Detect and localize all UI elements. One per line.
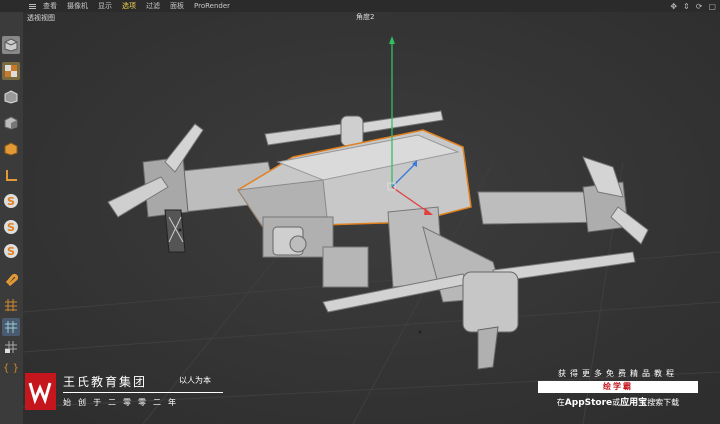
watermark-logo: 王氏教育集团 以人为本 始创于二零零二年 bbox=[25, 369, 225, 414]
cube-outline-icon[interactable] bbox=[2, 88, 20, 106]
menu-camera[interactable]: 摄像机 bbox=[62, 0, 93, 12]
menu-panel[interactable]: 面板 bbox=[165, 0, 189, 12]
menubar: 查看 摄像机 显示 选项 过滤 面板 ProRender ✥ ⇕ ⟳ ▢ bbox=[0, 0, 720, 12]
cube-orange-icon[interactable] bbox=[2, 140, 20, 158]
svg-text:S: S bbox=[7, 195, 15, 208]
zoom-icon[interactable]: ⇕ bbox=[683, 2, 690, 11]
svg-text:S: S bbox=[7, 245, 15, 258]
menu-prorender[interactable]: ProRender bbox=[189, 0, 235, 12]
cube-icon[interactable] bbox=[2, 36, 20, 54]
brand-motto: 以人为本 bbox=[179, 376, 211, 385]
perspective-viewport[interactable]: 透视视图 角度2 bbox=[23, 12, 720, 424]
menu-filter[interactable]: 过滤 bbox=[141, 0, 165, 12]
brand-founded: 始创于二零零二年 bbox=[63, 398, 183, 407]
floor-icon[interactable] bbox=[2, 166, 20, 184]
menu-display[interactable]: 显示 bbox=[93, 0, 117, 12]
menu-view[interactable]: 查看 bbox=[38, 0, 62, 12]
cube-solid-icon[interactable] bbox=[2, 114, 20, 132]
promo-line-1: 获得更多免费精品教程 bbox=[558, 369, 678, 378]
menu-icon[interactable] bbox=[26, 0, 38, 12]
camera-label[interactable]: 角度2 bbox=[356, 12, 374, 23]
spline-s2-icon[interactable]: S bbox=[2, 218, 20, 236]
viewport-nav: ✥ ⇕ ⟳ ▢ bbox=[670, 0, 716, 12]
menu-options[interactable]: 选项 bbox=[117, 0, 141, 12]
grid-blue-icon[interactable] bbox=[2, 318, 20, 336]
grid-lock-icon[interactable] bbox=[2, 338, 20, 356]
spline-s-icon[interactable]: S bbox=[2, 192, 20, 210]
brand-divider bbox=[63, 392, 223, 393]
left-toolbar: S S S { } bbox=[0, 12, 24, 424]
view-name: 透视视图 bbox=[27, 13, 55, 22]
magnet-icon[interactable] bbox=[2, 270, 20, 288]
promo-badge: 绘学霸 bbox=[538, 381, 698, 393]
brand-logo-icon bbox=[25, 373, 56, 410]
move-icon[interactable]: ✥ bbox=[670, 2, 677, 11]
grid-icon[interactable] bbox=[2, 296, 20, 314]
brand-name: 王氏教育集团 bbox=[63, 375, 148, 389]
checker-icon[interactable] bbox=[2, 62, 20, 80]
maximize-icon[interactable]: ▢ bbox=[708, 2, 716, 11]
svg-text:S: S bbox=[7, 221, 15, 234]
promo-line-3: 在AppStore或应用宝搜索下载 bbox=[556, 398, 680, 408]
promo-watermark: 获得更多免费精品教程 绘学霸 在AppStore或应用宝搜索下载 bbox=[536, 368, 700, 408]
spline-s3-icon[interactable]: S bbox=[2, 242, 20, 260]
bracket-icon[interactable]: { } bbox=[2, 358, 20, 376]
rotate-icon[interactable]: ⟳ bbox=[696, 2, 703, 11]
drone-scene[interactable] bbox=[23, 12, 720, 424]
svg-text:{ }: { } bbox=[4, 363, 18, 374]
